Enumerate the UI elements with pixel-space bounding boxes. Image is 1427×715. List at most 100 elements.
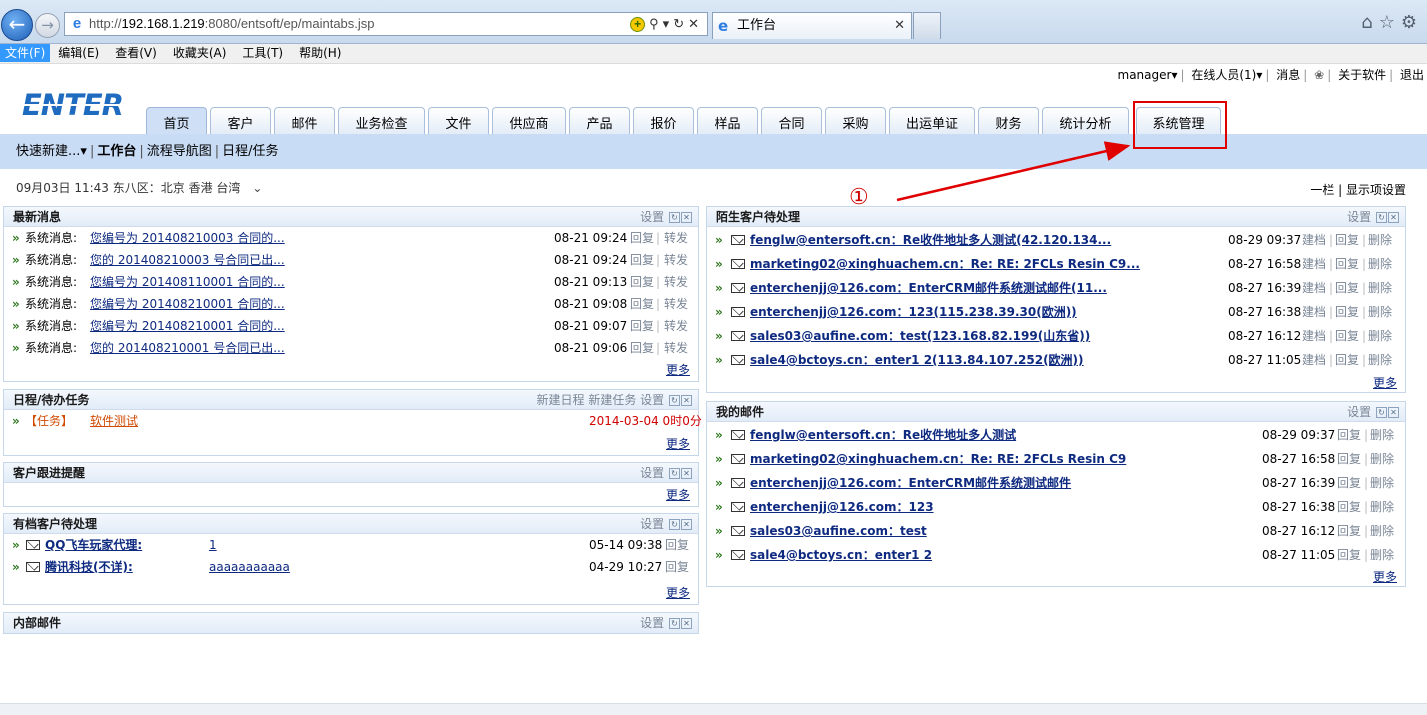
delete-link[interactable]: 删除	[1370, 543, 1394, 567]
forward-arrow-icon[interactable]: →	[35, 13, 60, 38]
menu-file[interactable]: 文件(F)	[0, 44, 51, 62]
reply-link[interactable]: 回复	[1337, 519, 1361, 543]
tab-business-check[interactable]: 业务检查	[338, 107, 425, 134]
skin-icon[interactable]: ❀	[1311, 68, 1327, 82]
tab-statistics[interactable]: 统计分析	[1042, 107, 1129, 134]
reply-link[interactable]: 回复	[1337, 543, 1361, 567]
mail-subject-link[interactable]: sale4@bctoys.cn：enter1 2(113.84.107.252(…	[750, 348, 1084, 372]
address-bar[interactable]: e http://192.168.1.219:8080/entsoft/ep/m…	[64, 12, 708, 36]
forward-link[interactable]: 转发	[664, 315, 688, 337]
customer-link[interactable]: 腾讯科技(不详):	[45, 556, 133, 578]
reply-link[interactable]: 回复	[1337, 423, 1361, 447]
forward-link[interactable]: 转发	[664, 227, 688, 249]
reply-link[interactable]: 回复	[1337, 495, 1361, 519]
strangers-more-link[interactable]: 更多	[1373, 374, 1397, 391]
stop-icon[interactable]: ✕	[688, 16, 703, 31]
reply-link[interactable]: 回复	[1337, 447, 1361, 471]
messages-link[interactable]: 消息	[1273, 68, 1303, 82]
close-icon[interactable]: ✕	[681, 519, 692, 530]
flow-nav-link[interactable]: 流程导航图	[147, 144, 212, 159]
menu-edit[interactable]: 编辑(E)	[50, 44, 107, 62]
mail-subject-link[interactable]: fenglw@entersoft.cn：Re收件地址多人测试	[750, 423, 1016, 447]
close-tab-icon[interactable]: ✕	[894, 13, 905, 39]
news-link[interactable]: 您的 201408210001 号合同已出...	[90, 337, 285, 359]
task-link[interactable]: 软件测试	[90, 410, 138, 432]
tab-finance[interactable]: 财务	[978, 107, 1039, 134]
delete-link[interactable]: 删除	[1368, 252, 1392, 276]
reply-link[interactable]: 回复	[1335, 252, 1359, 276]
home-icon[interactable]: ⌂	[1361, 12, 1378, 33]
new-task-link[interactable]: 新建任务	[588, 393, 636, 407]
mail-subject-link[interactable]: fenglw@entersoft.cn：Re收件地址多人测试(42.120.13…	[750, 228, 1111, 252]
delete-link[interactable]: 删除	[1368, 300, 1392, 324]
mail-subject-link[interactable]: 1	[209, 534, 217, 556]
schedule-more-link[interactable]: 更多	[666, 435, 690, 452]
exit-link[interactable]: 退出	[1397, 68, 1427, 82]
delete-link[interactable]: 删除	[1368, 228, 1392, 252]
reply-link[interactable]: 回复	[630, 293, 654, 315]
archive-link[interactable]: 建档	[1302, 300, 1326, 324]
reply-link[interactable]: 回复	[665, 534, 689, 556]
menu-favorites[interactable]: 收藏夹(A)	[165, 44, 235, 62]
timezone-dropdown-icon[interactable]: ⌄	[240, 181, 262, 195]
reply-link[interactable]: 回复	[630, 337, 654, 359]
mail-subject-link[interactable]: sale4@bctoys.cn：enter1 2	[750, 543, 932, 567]
news-link[interactable]: 您编号为 201408210001 合同的...	[90, 315, 285, 337]
forward-link[interactable]: 转发	[664, 271, 688, 293]
customer-link[interactable]: QQ飞车玩家代理:	[45, 534, 142, 556]
settings-link[interactable]: 设置	[640, 616, 664, 630]
settings-link[interactable]: 设置	[640, 466, 664, 480]
workbench-link[interactable]: 工作台	[97, 144, 136, 159]
menu-help[interactable]: 帮助(H)	[291, 44, 349, 62]
online-users-link[interactable]: 在线人员(1)▾	[1188, 68, 1265, 82]
layout-settings-link[interactable]: 一栏 | 显示项设置	[1310, 181, 1406, 198]
close-icon[interactable]: ✕	[1388, 212, 1399, 223]
forward-link[interactable]: 转发	[664, 249, 688, 271]
reply-link[interactable]: 回复	[1335, 324, 1359, 348]
delete-link[interactable]: 删除	[1368, 348, 1392, 372]
news-more-link[interactable]: 更多	[666, 361, 690, 378]
mail-subject-link[interactable]: enterchenjj@126.com：123(115.238.39.30(欧洲…	[750, 300, 1077, 324]
archive-link[interactable]: 建档	[1302, 228, 1326, 252]
back-arrow-icon[interactable]: ←	[1, 9, 33, 41]
address-url[interactable]: http://192.168.1.219:8080/entsoft/ep/mai…	[89, 13, 375, 35]
archive-link[interactable]: 建档	[1302, 324, 1326, 348]
tab-samples[interactable]: 样品	[697, 107, 758, 134]
tab-purchasing[interactable]: 采购	[825, 107, 886, 134]
archive-link[interactable]: 建档	[1302, 348, 1326, 372]
refresh-icon[interactable]: ↻	[1376, 212, 1387, 223]
mail-subject-link[interactable]: marketing02@xinghuachem.cn：Re: RE: 2FCLs…	[750, 252, 1140, 276]
delete-link[interactable]: 删除	[1370, 471, 1394, 495]
refresh-icon[interactable]: ↻	[669, 519, 680, 530]
delete-link[interactable]: 删除	[1370, 495, 1394, 519]
settings-link[interactable]: 设置	[640, 517, 664, 531]
refresh-icon[interactable]: ↻	[673, 16, 688, 31]
menu-view[interactable]: 查看(V)	[107, 44, 165, 62]
tab-shipping-docs[interactable]: 出运单证	[889, 107, 975, 134]
news-link[interactable]: 您编号为 201408210001 合同的...	[90, 293, 285, 315]
reply-link[interactable]: 回复	[630, 249, 654, 271]
tab-suppliers[interactable]: 供应商	[492, 107, 566, 134]
favorites-star-icon[interactable]: ☆	[1379, 12, 1401, 33]
reply-link[interactable]: 回复	[630, 315, 654, 337]
refresh-icon[interactable]: ↻	[669, 395, 680, 406]
forward-link[interactable]: 转发	[664, 337, 688, 359]
refresh-icon[interactable]: ↻	[669, 212, 680, 223]
browser-tab-workbench[interactable]: e 工作台 ✕	[712, 12, 912, 39]
compat-plus-icon[interactable]: +	[630, 17, 646, 32]
refresh-icon[interactable]: ↻	[669, 618, 680, 629]
mail-subject-link[interactable]: enterchenjj@126.com：EnterCRM邮件系统测试邮件(11.…	[750, 276, 1107, 300]
close-icon[interactable]: ✕	[681, 468, 692, 479]
mail-subject-link[interactable]: aaaaaaaaaaa	[209, 556, 290, 578]
search-icon[interactable]: ⚲	[649, 16, 663, 31]
reply-link[interactable]: 回复	[1337, 471, 1361, 495]
refresh-icon[interactable]: ↻	[669, 468, 680, 479]
reply-link[interactable]: 回复	[630, 227, 654, 249]
schedule-link[interactable]: 日程/任务	[222, 144, 278, 159]
tab-mail[interactable]: 邮件	[274, 107, 335, 134]
refresh-icon[interactable]: ↻	[1376, 407, 1387, 418]
close-icon[interactable]: ✕	[681, 212, 692, 223]
tab-customers[interactable]: 客户	[210, 107, 271, 134]
settings-link[interactable]: 设置	[1347, 405, 1371, 419]
news-link[interactable]: 您编号为 201408210003 合同的...	[90, 227, 285, 249]
